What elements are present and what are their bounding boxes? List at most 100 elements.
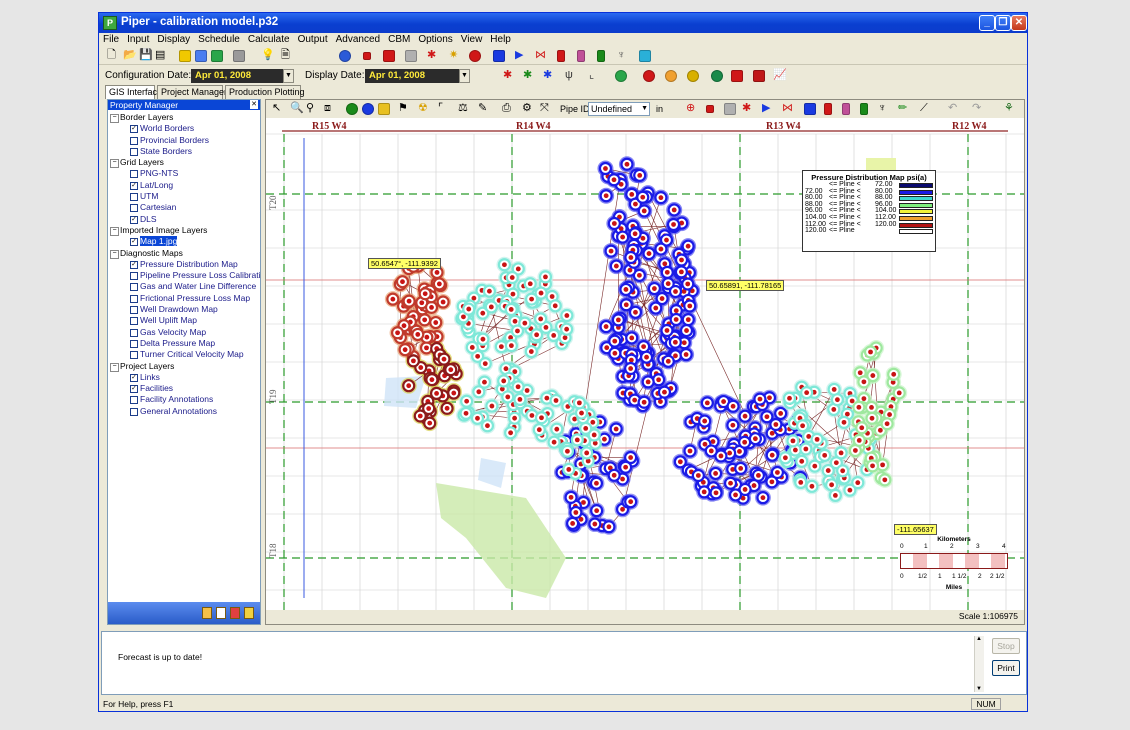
pointer-icon[interactable]: ↖ <box>272 102 281 115</box>
checkbox-icon[interactable] <box>130 272 138 281</box>
layer-item[interactable]: Gas and Water Line Difference <box>110 281 260 292</box>
title-bar[interactable]: P Piper - calibration model.p32 _ ❐ ✕ <box>99 13 1027 33</box>
sun-icon[interactable]: ✷ <box>449 49 458 62</box>
layer-item[interactable]: Frictional Pressure Loss Map <box>110 293 260 304</box>
more-icon[interactable] <box>244 607 254 619</box>
junction-icon[interactable] <box>211 50 223 62</box>
measure-icon[interactable]: ⧈ <box>324 102 331 115</box>
checkbox-icon[interactable] <box>130 147 138 156</box>
map-canvas[interactable]: R15 W4 R14 W4 R13 W4 R12 W4 T20 T19 T18 … <box>266 118 1024 610</box>
redo-icon[interactable]: ↷ <box>972 102 981 115</box>
checkbox-checked-icon[interactable]: ✓ <box>130 181 138 190</box>
checkbox-checked-icon[interactable]: ✓ <box>130 238 138 247</box>
checkbox-icon[interactable] <box>130 407 138 416</box>
new-file-icon[interactable]: 🗋 <box>107 49 116 62</box>
expand-icon[interactable]: ⤧ <box>540 102 549 115</box>
layer-item[interactable]: ✓ Pressure Distribution Map <box>110 259 260 270</box>
menu-file[interactable]: File <box>99 33 123 45</box>
layer-item[interactable]: Pipeline Pressure Loss Calibration <box>110 270 260 281</box>
star-source-icon[interactable]: ✱ <box>427 49 436 62</box>
layer-item[interactable]: State Borders <box>110 146 260 157</box>
undo-icon[interactable]: ↶ <box>948 102 957 115</box>
tank-green-icon[interactable] <box>597 50 605 62</box>
checkbox-checked-icon[interactable]: ✓ <box>130 125 138 134</box>
menu-calculate[interactable]: Calculate <box>244 33 294 45</box>
console-scrollbar[interactable] <box>974 636 984 692</box>
layer-item[interactable]: Well Uplift Map <box>110 315 260 326</box>
layer-item[interactable]: ✓ World Borders <box>110 123 260 134</box>
layer-item[interactable]: General Annotations <box>110 406 260 417</box>
checkbox-icon[interactable] <box>130 351 138 360</box>
flag-icon[interactable] <box>230 607 240 619</box>
layer-group[interactable]: Grid Layers <box>110 157 260 169</box>
well-icon[interactable] <box>179 50 191 62</box>
pipe-tool-icon[interactable] <box>405 50 417 62</box>
layer-item[interactable]: Turner Critical Velocity Map <box>110 349 260 360</box>
layers-icon[interactable] <box>378 103 390 115</box>
chart-icon[interactable]: 📈 <box>773 69 787 82</box>
map-valve-icon[interactable]: ⋈ <box>782 102 793 115</box>
map-tank-purple-icon[interactable] <box>842 103 850 115</box>
target-green-icon[interactable] <box>711 70 723 82</box>
target-orange-icon[interactable] <box>665 70 677 82</box>
open-folder-icon[interactable]: 📂 <box>123 49 137 62</box>
star-blue-icon[interactable]: ✱ <box>543 69 552 82</box>
tank-purple-icon[interactable] <box>577 50 585 62</box>
configuration-date-dropdown-icon[interactable]: ▼ <box>283 69 294 83</box>
cycle-icon[interactable] <box>615 70 627 82</box>
bowtie-valve-icon[interactable]: ⋈ <box>535 49 546 62</box>
wellhead-icon[interactable]: ψ <box>565 69 573 82</box>
pipe-node-icon[interactable]: ⊕ <box>686 102 695 115</box>
checkbox-icon[interactable] <box>130 136 138 145</box>
radiation-icon[interactable]: ☢ <box>418 102 428 115</box>
plot-icon[interactable]: ⌞ <box>589 69 594 82</box>
checkbox-icon[interactable] <box>130 328 138 337</box>
document-icon[interactable]: 🗎 <box>281 49 290 62</box>
menu-cbm[interactable]: CBM <box>384 33 414 45</box>
search-map-icon[interactable]: ⚲ <box>306 102 314 115</box>
menu-input[interactable]: Input <box>123 33 153 45</box>
maximize-button[interactable]: ❐ <box>995 15 1011 31</box>
menu-output[interactable]: Output <box>294 33 332 45</box>
checkbox-checked-icon[interactable]: ✓ <box>130 260 138 269</box>
layer-item[interactable]: ✓ Links <box>110 372 260 383</box>
separator-icon[interactable] <box>383 50 395 62</box>
pump-jack-icon[interactable]: ♆ <box>617 49 625 62</box>
layer-item[interactable]: Gas Velocity Map <box>110 327 260 338</box>
map-star-icon[interactable]: ✱ <box>742 102 751 115</box>
layer-item[interactable]: Well Drawdown Map <box>110 304 260 315</box>
map-line-icon[interactable]: ⟋ <box>920 102 928 115</box>
layer-group[interactable]: Imported Image Layers <box>110 225 260 237</box>
menu-advanced[interactable]: Advanced <box>332 33 384 45</box>
close-panel-icon[interactable]: ✕ <box>250 100 258 109</box>
minimize-button[interactable]: _ <box>979 15 995 31</box>
target-yellow-icon[interactable] <box>687 70 699 82</box>
layer-item[interactable]: ✓ DLS <box>110 214 260 225</box>
print-button[interactable]: Print <box>992 660 1020 676</box>
layer-item[interactable]: Cartesian <box>110 202 260 213</box>
play-icon[interactable]: ▶ <box>515 49 523 62</box>
help-bulb-icon[interactable]: 💡 <box>261 49 275 62</box>
link-icon[interactable] <box>469 50 481 62</box>
checkbox-checked-icon[interactable]: ✓ <box>130 373 138 382</box>
tab-project-manager[interactable]: Project Manager <box>157 85 227 99</box>
menu-help[interactable]: Help <box>486 33 515 45</box>
controller-icon[interactable] <box>639 50 651 62</box>
checkbox-icon[interactable] <box>130 317 138 326</box>
checkbox-icon[interactable] <box>130 193 138 202</box>
flag-pin-icon[interactable]: ⚑ <box>398 102 408 115</box>
save-icon[interactable]: 💾 <box>139 49 153 62</box>
folder-icon[interactable] <box>202 607 212 619</box>
gauge-icon[interactable] <box>753 70 765 82</box>
map-separator-icon[interactable] <box>724 103 736 115</box>
map-settings-icon[interactable]: ⚘ <box>1004 102 1014 115</box>
checkbox-icon[interactable] <box>130 294 138 303</box>
layer-group[interactable]: Border Layers <box>110 112 260 124</box>
tab-gis-interface[interactable]: GIS Interface <box>105 85 162 99</box>
target-red-icon[interactable] <box>643 70 655 82</box>
star-green-icon[interactable]: ✱ <box>523 69 532 82</box>
tab-production-plotting[interactable]: Production Plotting <box>225 85 305 99</box>
layer-item[interactable]: Delta Pressure Map <box>110 338 260 349</box>
display-date-dropdown-icon[interactable]: ▼ <box>459 69 470 83</box>
node-icon[interactable] <box>363 52 371 60</box>
